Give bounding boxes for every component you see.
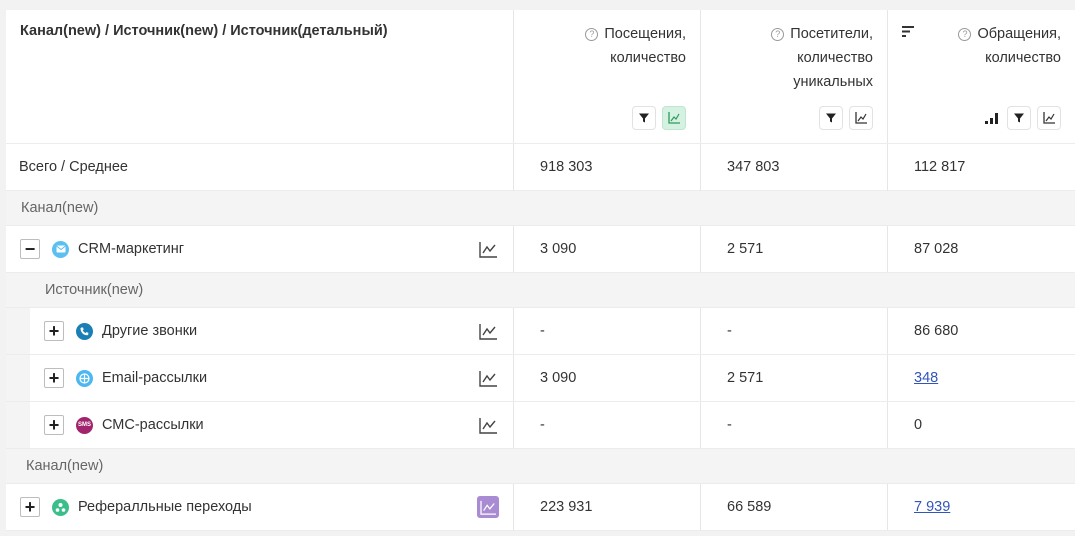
visitors-cell: - bbox=[727, 323, 732, 339]
chart-icon bbox=[855, 112, 867, 124]
table-row[interactable]: + Рефералльные переходы 223 931 66 589 7… bbox=[6, 484, 1075, 531]
report-table: Канал(new) / Источник(new) / Источник(де… bbox=[6, 10, 1075, 531]
visits-cell: 3 090 bbox=[540, 241, 577, 257]
group-header: Канал(new) bbox=[6, 449, 1075, 484]
visitors-cell: 2 571 bbox=[727, 241, 764, 257]
table-row[interactable]: − CRM-маркетинг 3 090 2 571 87 028 bbox=[6, 226, 1075, 273]
filter-button[interactable] bbox=[1007, 106, 1031, 130]
requests-link[interactable]: 7 939 bbox=[888, 499, 950, 515]
phone-icon bbox=[76, 322, 93, 340]
row-label: CRM-маркетинг bbox=[78, 241, 185, 257]
visitors-cell: - bbox=[727, 417, 732, 433]
filter-icon bbox=[639, 113, 649, 123]
trend-chart-button[interactable] bbox=[477, 367, 499, 389]
expand-toggle[interactable]: + bbox=[44, 368, 64, 388]
expand-toggle[interactable]: + bbox=[44, 415, 64, 435]
table-header: Канал(new) / Источник(new) / Источник(де… bbox=[6, 10, 1075, 144]
filter-icon bbox=[826, 113, 836, 123]
visits-header[interactable]: ? Посещения, количество bbox=[514, 10, 701, 143]
filter-icon bbox=[1014, 113, 1024, 123]
collapse-toggle[interactable]: − bbox=[20, 239, 40, 259]
total-visitors: 347 803 bbox=[727, 159, 780, 175]
trend-icon bbox=[478, 370, 497, 387]
total-row: Всего / Среднее 918 303 347 803 112 817 bbox=[6, 143, 1075, 191]
expand-toggle[interactable]: + bbox=[20, 497, 40, 517]
chart-icon bbox=[668, 112, 680, 124]
table-row[interactable]: + Другие звонки - - 86 680 bbox=[6, 308, 1075, 355]
visitors-cell: 2 571 bbox=[727, 370, 764, 386]
bars-icon[interactable] bbox=[985, 112, 999, 124]
trend-chart-button[interactable] bbox=[477, 238, 499, 260]
visits-cell: - bbox=[540, 417, 545, 433]
trend-chart-button[interactable] bbox=[477, 496, 499, 518]
trend-icon bbox=[478, 241, 497, 258]
help-icon[interactable]: ? bbox=[585, 28, 599, 41]
visits-cell: - bbox=[540, 323, 545, 339]
row-label: Другие звонки bbox=[102, 323, 198, 339]
row-label: Email-рассылки bbox=[102, 370, 208, 386]
requests-cell: 86 680 bbox=[914, 323, 959, 339]
globe-icon bbox=[76, 369, 93, 387]
total-label: Всего / Среднее bbox=[19, 159, 128, 175]
dimension-header[interactable]: Канал(new) / Источник(new) / Источник(де… bbox=[6, 10, 514, 143]
row-label: Рефералльные переходы bbox=[78, 499, 252, 515]
sort-icon[interactable] bbox=[902, 26, 914, 37]
total-visits: 918 303 bbox=[540, 159, 593, 175]
visitors-header[interactable]: ? Посетители, количество уникальных bbox=[701, 10, 888, 143]
filter-button[interactable] bbox=[819, 106, 843, 130]
requests-link[interactable]: 348 bbox=[888, 370, 938, 386]
trend-chart-button[interactable] bbox=[477, 320, 499, 342]
visits-cell: 223 931 bbox=[540, 499, 593, 515]
visits-cell: 3 090 bbox=[540, 370, 577, 386]
row-label: СМС-рассылки bbox=[102, 417, 204, 433]
expand-toggle[interactable]: + bbox=[44, 321, 64, 341]
sms-icon: SMS bbox=[76, 416, 93, 434]
help-icon[interactable]: ? bbox=[771, 28, 785, 41]
referral-icon bbox=[52, 498, 69, 516]
trend-icon bbox=[479, 500, 496, 515]
sub-group-header: Источник(new) bbox=[6, 273, 1075, 308]
help-icon[interactable]: ? bbox=[958, 28, 972, 41]
requests-cell: 87 028 bbox=[914, 241, 959, 257]
group-header: Канал(new) bbox=[6, 191, 1075, 226]
envelope-icon bbox=[52, 240, 69, 258]
requests-header[interactable]: ? Обращения, количество bbox=[888, 10, 1075, 143]
table-row[interactable]: + Email-рассылки 3 090 2 571 348 bbox=[6, 355, 1075, 402]
chart-icon bbox=[1043, 112, 1055, 124]
chart-toggle-button[interactable] bbox=[849, 106, 873, 130]
chart-toggle-button[interactable] bbox=[1037, 106, 1061, 130]
filter-button[interactable] bbox=[632, 106, 656, 130]
requests-cell: 0 bbox=[914, 417, 923, 433]
trend-icon bbox=[478, 417, 497, 434]
trend-icon bbox=[478, 323, 497, 340]
chart-toggle-button[interactable] bbox=[662, 106, 686, 130]
total-requests: 112 817 bbox=[914, 159, 966, 175]
table-row[interactable]: + SMS СМС-рассылки - - 0 bbox=[6, 402, 1075, 449]
trend-chart-button[interactable] bbox=[477, 414, 499, 436]
visitors-cell: 66 589 bbox=[727, 499, 772, 515]
